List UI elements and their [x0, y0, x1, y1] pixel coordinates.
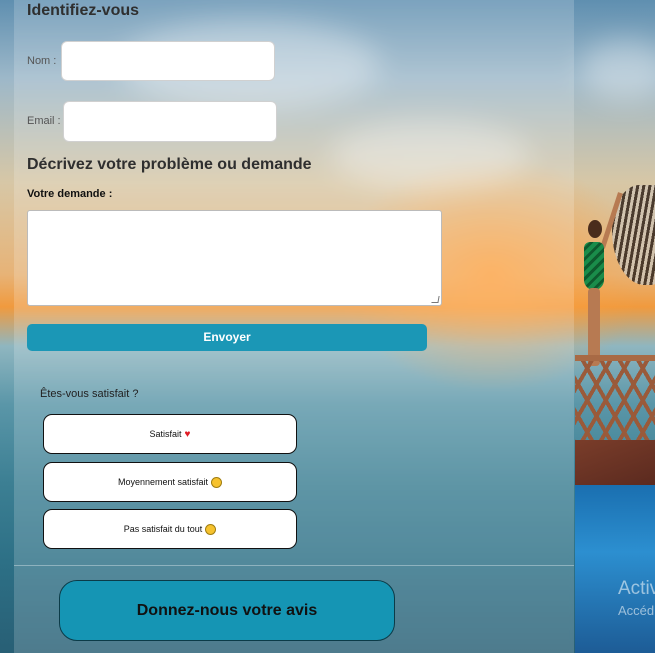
activation-watermark-sub: Accéd: [618, 603, 655, 618]
heart-icon: ♥: [184, 428, 191, 440]
sad-face-icon: [205, 523, 217, 535]
option-neutral-button[interactable]: Moyennement satisfait: [43, 462, 297, 502]
pool: [575, 485, 655, 653]
name-label: Nom :: [27, 55, 57, 67]
option-label: Pas satisfait du tout: [123, 524, 203, 534]
satisfaction-question: Êtes-vous satisfait ?: [40, 388, 139, 400]
deck-floor: [575, 440, 655, 485]
option-label: Satisfait: [149, 429, 182, 439]
email-input[interactable]: [63, 101, 277, 142]
request-textarea[interactable]: [27, 210, 442, 306]
option-satisfied-button[interactable]: Satisfait ♥: [43, 414, 297, 454]
submit-button[interactable]: Envoyer: [27, 324, 427, 351]
option-unsatisfied-button[interactable]: Pas satisfait du tout: [43, 509, 297, 549]
email-label: Email :: [27, 115, 61, 127]
request-title: Décrivez votre problème ou demande: [27, 156, 312, 173]
person-figure: [578, 190, 623, 370]
name-input[interactable]: [61, 41, 275, 81]
neutral-face-icon: [211, 476, 223, 488]
identify-title: Identifiez-vous: [27, 2, 140, 19]
feedback-cta-button[interactable]: Donnez-nous votre avis: [59, 580, 395, 641]
option-label: Moyennement satisfait: [117, 477, 209, 487]
resize-grip-icon[interactable]: [431, 296, 440, 303]
request-label: Votre demande :: [27, 188, 113, 200]
divider: [14, 565, 574, 566]
activation-watermark: Activ: [618, 578, 655, 599]
